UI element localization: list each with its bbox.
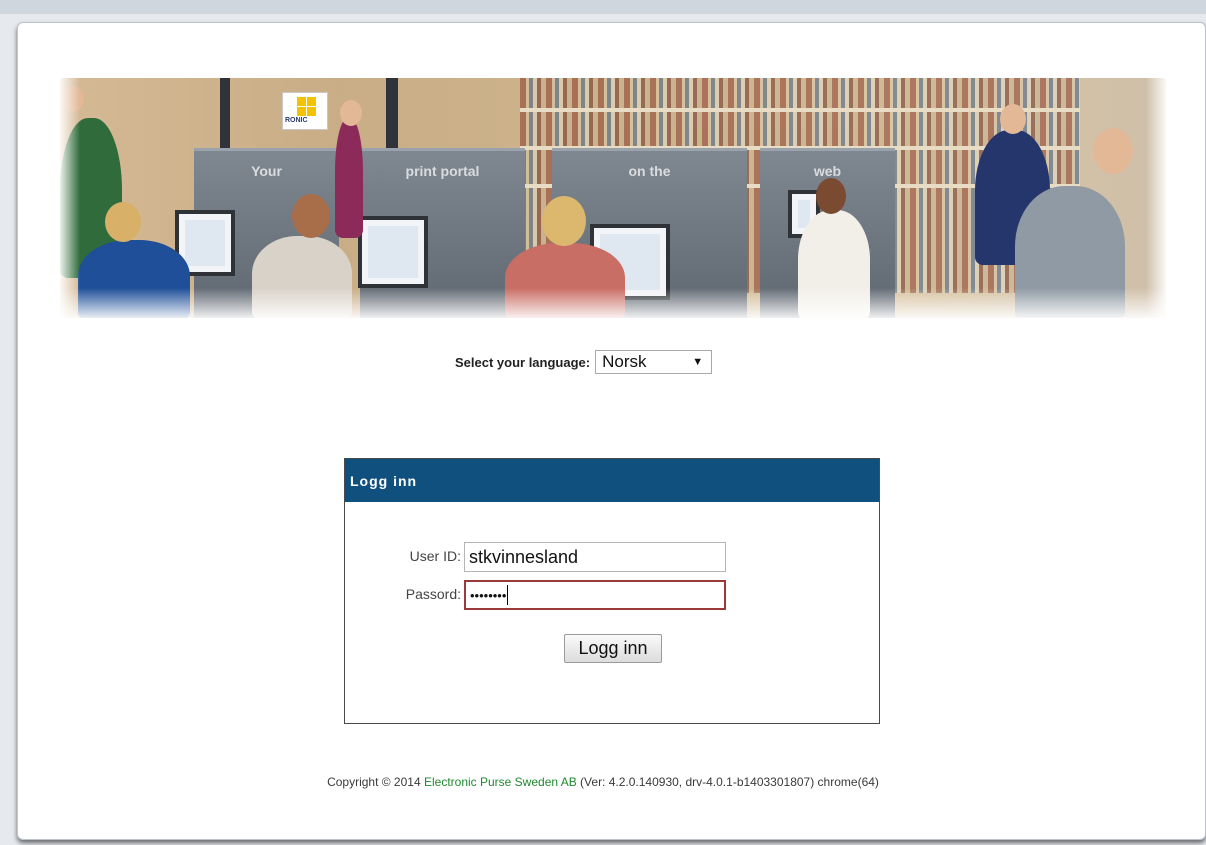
company-link[interactable]: Electronic Purse Sweden AB xyxy=(424,775,577,789)
user-id-value: stkvinnesland xyxy=(469,546,579,567)
password-input[interactable]: •••••••• xyxy=(464,580,726,610)
footer-copyright: Copyright © 2014 Electronic Purse Sweden… xyxy=(0,775,1206,789)
language-select[interactable]: Norsk ▼ xyxy=(595,350,713,374)
banner-caption: on the xyxy=(628,163,671,179)
person-head xyxy=(1000,104,1026,134)
person-head xyxy=(340,100,362,126)
person xyxy=(335,118,363,238)
person-head xyxy=(542,196,586,246)
chevron-down-icon: ▼ xyxy=(692,356,704,368)
banner-caption: Your xyxy=(251,163,282,179)
banner-caption: web xyxy=(813,163,842,179)
login-button[interactable]: Logg inn xyxy=(564,634,662,663)
language-selected-value: Norsk xyxy=(602,352,647,371)
electronic-purse-logo: RONIC xyxy=(282,92,328,130)
password-value: •••••••• xyxy=(470,587,507,603)
shelf-divider xyxy=(520,108,1080,112)
person-head xyxy=(105,202,141,242)
copyright-text: Copyright © 2014 xyxy=(327,775,424,789)
person-head xyxy=(1093,128,1133,174)
text-caret xyxy=(507,585,509,605)
login-header: Logg inn xyxy=(345,459,879,502)
header-banner-image: RONIC Your print portal on the web xyxy=(60,78,1166,318)
monitor xyxy=(358,216,428,288)
person-head xyxy=(292,194,330,238)
user-id-label: User ID: xyxy=(409,548,461,564)
banner-caption: print portal xyxy=(405,163,480,179)
browser-top-band xyxy=(0,0,1206,14)
login-panel: Logg inn User ID: stkvinnesland Passord:… xyxy=(344,458,880,724)
password-label: Passord: xyxy=(405,586,461,602)
language-selector-row: Select your language: Norsk ▼ xyxy=(455,349,713,375)
language-label: Select your language: xyxy=(455,354,591,370)
user-id-input[interactable]: stkvinnesland xyxy=(464,542,726,572)
person-head xyxy=(816,178,846,214)
version-text: (Ver: 4.2.0.140930, drv-4.0.1-b140330180… xyxy=(576,775,879,789)
